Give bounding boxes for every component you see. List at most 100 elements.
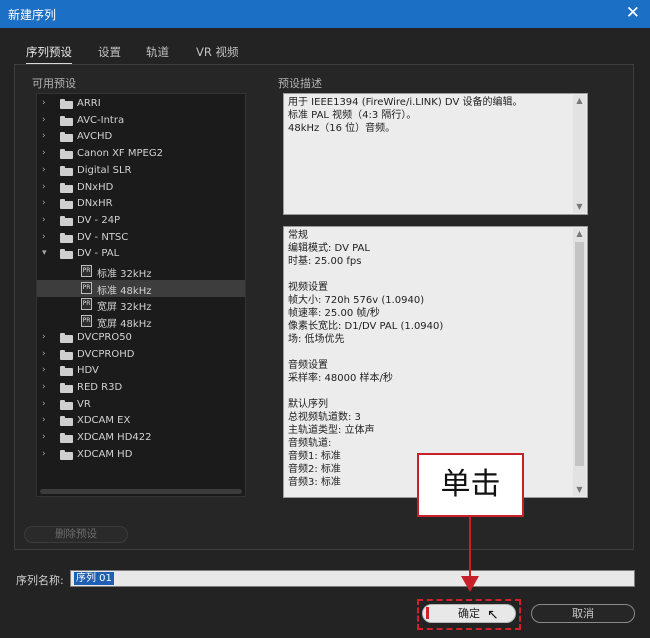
preset-folder[interactable]: › DV - 24P bbox=[37, 213, 245, 230]
preset-file-icon: PR bbox=[81, 298, 92, 311]
preset-folder[interactable]: › DVCPRO50 bbox=[37, 330, 245, 347]
chevron-right-icon[interactable]: › bbox=[42, 148, 46, 158]
delete-preset-button: 删除预设 bbox=[24, 526, 128, 543]
details-line: 帧大小: 720h 576v (1.0940) bbox=[288, 295, 425, 306]
folder-icon bbox=[60, 215, 73, 226]
description-line: 标准 PAL 视频（4:3 隔行）。 bbox=[288, 110, 417, 121]
chevron-down-icon[interactable]: ▾ bbox=[42, 248, 47, 258]
folder-icon bbox=[60, 433, 73, 443]
description-line: 48kHz（16 位）音频。 bbox=[288, 123, 396, 134]
preset-folder[interactable]: › VR bbox=[37, 397, 245, 414]
preset-folder-label: XDCAM HD422 bbox=[77, 432, 152, 443]
details-line: 音频设置 bbox=[288, 360, 328, 371]
preset-item[interactable]: PR 宽屏 48kHz bbox=[37, 313, 245, 330]
preset-item[interactable]: PR 宽屏 32kHz bbox=[37, 296, 245, 313]
annotation-callout: 单击 bbox=[417, 453, 524, 517]
preset-folder-label: DVCPRO50 bbox=[77, 331, 132, 343]
preset-folder[interactable]: › DVCPROHD bbox=[37, 347, 245, 364]
preset-tree[interactable]: › ARRI › AVC-Intra › AVCHD › Canon XF MPEG2 › Dig… bbox=[36, 93, 246, 497]
scroll-up-icon[interactable]: ▲ bbox=[573, 228, 586, 240]
preset-description-label: 预设描述 bbox=[278, 77, 322, 90]
preset-folder-label: VR bbox=[77, 398, 91, 410]
folder-icon bbox=[60, 182, 73, 193]
details-line: 帧速率: 25.00 帧/秒 bbox=[288, 308, 380, 319]
scroll-up-icon[interactable]: ▲ bbox=[573, 95, 586, 107]
chevron-right-icon[interactable]: › bbox=[42, 449, 46, 459]
description-scrollbar[interactable]: ▲ ▼ bbox=[573, 95, 586, 213]
title-bar: 新建序列 ✕ bbox=[0, 0, 650, 28]
scroll-down-icon[interactable]: ▼ bbox=[573, 201, 586, 213]
tab-tracks[interactable]: 轨道 bbox=[146, 44, 169, 60]
close-icon[interactable]: ✕ bbox=[626, 3, 640, 23]
details-line: 默认序列 bbox=[288, 399, 328, 410]
tab-sequence-presets[interactable]: 序列预设 bbox=[26, 44, 72, 64]
details-line: 编辑模式: DV PAL bbox=[288, 243, 370, 254]
details-scrollbar[interactable]: ▲ ▼ bbox=[573, 228, 586, 496]
sequence-name-input[interactable]: 序列 01 bbox=[70, 570, 635, 587]
preset-folder[interactable]: › DNxHD bbox=[37, 180, 245, 197]
sequence-name-label: 序列名称: bbox=[16, 574, 64, 587]
chevron-right-icon[interactable]: › bbox=[42, 332, 46, 342]
preset-folder[interactable]: › DNxHR bbox=[37, 196, 245, 213]
folder-icon bbox=[60, 199, 73, 210]
preset-folder-label: DV - NTSC bbox=[77, 231, 129, 243]
tab-settings[interactable]: 设置 bbox=[98, 44, 121, 60]
chevron-right-icon[interactable]: › bbox=[42, 198, 46, 208]
details-line: 总视频轨道数: 3 bbox=[288, 412, 361, 423]
preset-folder[interactable]: › HDV bbox=[37, 363, 245, 380]
preset-folder[interactable]: › XDCAM HD422 bbox=[37, 430, 245, 447]
folder-icon bbox=[60, 366, 73, 377]
preset-folder[interactable]: › XDCAM EX bbox=[37, 413, 245, 430]
annotation-arrow bbox=[469, 517, 471, 579]
chevron-right-icon[interactable]: › bbox=[42, 349, 46, 359]
chevron-right-icon[interactable]: › bbox=[42, 232, 46, 242]
cancel-button[interactable]: 取消 bbox=[531, 604, 635, 623]
mouse-cursor-icon: ↖ bbox=[487, 607, 499, 623]
details-line bbox=[288, 268, 569, 281]
details-line: 采样率: 48000 样本/秒 bbox=[288, 373, 393, 384]
folder-icon bbox=[60, 399, 73, 410]
chevron-right-icon[interactable]: › bbox=[42, 382, 46, 392]
preset-item-label: 宽屏 48kHz bbox=[97, 319, 152, 331]
chevron-right-icon[interactable]: › bbox=[42, 165, 46, 175]
preset-folder[interactable]: › AVCHD bbox=[37, 129, 245, 146]
preset-folder[interactable]: › XDCAM HD bbox=[37, 447, 245, 464]
chevron-right-icon[interactable]: › bbox=[42, 432, 46, 442]
chevron-right-icon[interactable]: › bbox=[42, 182, 46, 192]
chevron-right-icon[interactable]: › bbox=[42, 215, 46, 225]
details-line: 时基: 25.00 fps bbox=[288, 256, 362, 267]
preset-folder[interactable]: › Canon XF MPEG2 bbox=[37, 146, 245, 163]
folder-icon bbox=[60, 249, 73, 260]
chevron-right-icon[interactable]: › bbox=[42, 399, 46, 409]
preset-folder[interactable]: › ARRI bbox=[37, 96, 245, 113]
preset-folder[interactable]: › AVC-Intra bbox=[37, 113, 245, 130]
preset-item[interactable]: PR 标准 32kHz bbox=[37, 263, 245, 280]
chevron-right-icon[interactable]: › bbox=[42, 415, 46, 425]
tree-horizontal-scrollbar[interactable] bbox=[40, 489, 242, 494]
preset-item[interactable]: PR 标准 48kHz bbox=[37, 279, 245, 297]
preset-folder[interactable]: › Digital SLR bbox=[37, 163, 245, 180]
window-title: 新建序列 bbox=[8, 8, 57, 22]
preset-folder-label: XDCAM EX bbox=[77, 415, 131, 427]
folder-icon bbox=[60, 99, 73, 109]
preset-folder-label: RED R3D bbox=[77, 381, 123, 393]
preset-folder-label: HDV bbox=[77, 365, 99, 377]
folder-icon bbox=[60, 449, 73, 460]
tab-vr-video[interactable]: VR 视频 bbox=[196, 44, 239, 60]
preset-folder[interactable]: ▾ DV - PAL bbox=[37, 246, 245, 263]
details-line bbox=[288, 346, 569, 359]
details-line: 场: 低场优先 bbox=[288, 334, 345, 345]
preset-file-icon: PR bbox=[81, 265, 92, 277]
chevron-right-icon[interactable]: › bbox=[42, 98, 46, 108]
preset-folder-label: ARRI bbox=[77, 98, 101, 109]
scroll-thumb[interactable] bbox=[575, 242, 584, 466]
scroll-down-icon[interactable]: ▼ bbox=[573, 484, 586, 496]
preset-folder[interactable]: › RED R3D bbox=[37, 380, 245, 397]
chevron-right-icon[interactable]: › bbox=[42, 115, 46, 125]
chevron-right-icon[interactable]: › bbox=[42, 131, 46, 141]
annotation-arrow-head bbox=[461, 576, 479, 592]
chevron-right-icon[interactable]: › bbox=[42, 365, 46, 375]
folder-icon bbox=[60, 416, 73, 427]
preset-folder-label: AVC-Intra bbox=[77, 114, 125, 126]
preset-folder[interactable]: › DV - NTSC bbox=[37, 230, 245, 247]
